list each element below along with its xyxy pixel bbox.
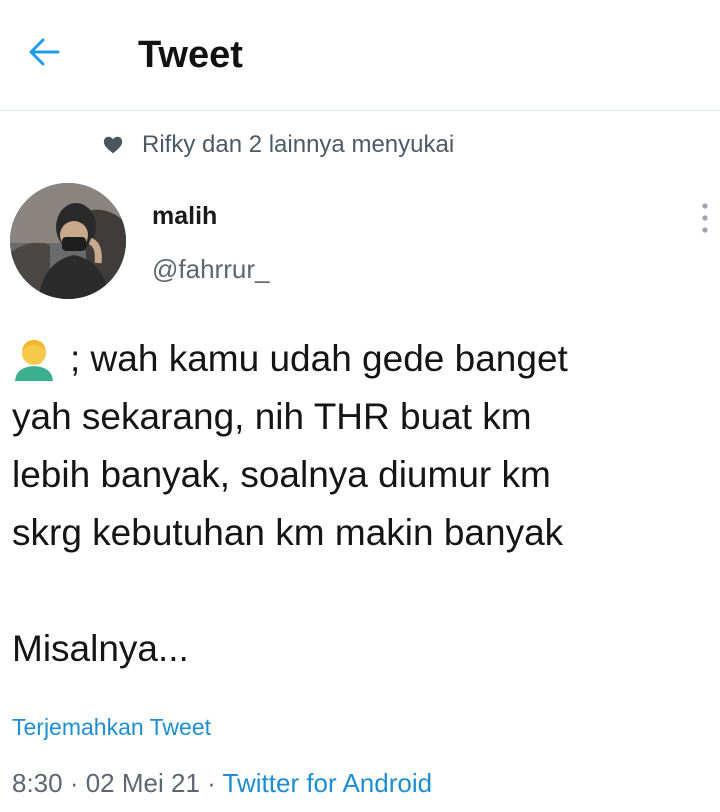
- tweet-time: 8:30: [12, 768, 63, 798]
- avatar[interactable]: [10, 183, 126, 299]
- tweet-meta: 8:30 · 02 Mei 21 · Twitter for Android: [12, 766, 432, 800]
- tweet-detail-screen: Tweet Rifky dan 2 lainnya menyukai malih…: [0, 0, 720, 812]
- tweet-line: skrg kebutuhan km makin banyak: [12, 512, 564, 553]
- meta-separator: ·: [199, 768, 223, 798]
- page-title: Tweet: [138, 34, 243, 76]
- tweet-line-text: ; wah kamu udah gede banget: [70, 338, 568, 379]
- social-context-text: Rifky dan 2 lainnya menyukai: [142, 131, 455, 158]
- person-emoji-icon: [12, 337, 56, 381]
- social-context[interactable]: Rifky dan 2 lainnya menyukai: [102, 128, 454, 162]
- tweet-source-link[interactable]: Twitter for Android: [223, 768, 433, 798]
- tweet-line: lebih banyak, soalnya diumur km: [12, 454, 551, 495]
- tweet-line: ; wah kamu udah gede banget: [12, 330, 712, 388]
- author-name[interactable]: malih: [152, 200, 217, 232]
- meta-separator: ·: [62, 768, 86, 798]
- top-app-bar: Tweet: [0, 0, 720, 111]
- more-vertical-icon: [701, 202, 709, 239]
- heart-icon: [102, 134, 124, 156]
- tweet-line: Misalnya...: [12, 628, 189, 669]
- tweet-date: 02 Mei 21: [85, 768, 200, 798]
- back-button[interactable]: [18, 30, 70, 78]
- tweet-line: yah sekarang, nih THR buat km: [12, 396, 532, 437]
- more-options-button[interactable]: [694, 198, 716, 242]
- tweet-text: ; wah kamu udah gede banget yah sekarang…: [12, 330, 712, 678]
- arrow-left-icon: [28, 37, 60, 72]
- author-handle[interactable]: @fahrrur_: [152, 253, 269, 285]
- translate-tweet-link[interactable]: Terjemahkan Tweet: [12, 712, 211, 742]
